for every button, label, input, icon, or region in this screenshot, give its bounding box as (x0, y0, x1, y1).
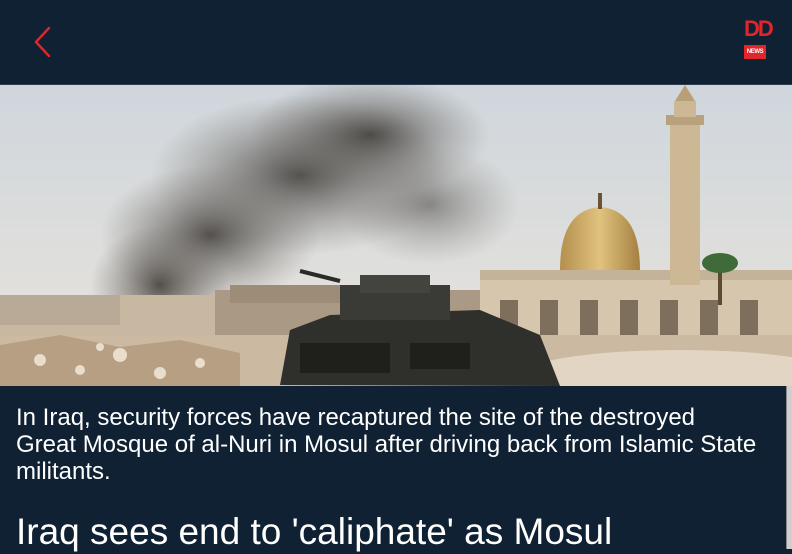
logo-dd-text: DD (744, 16, 774, 41)
hero-photo (0, 85, 792, 386)
article-summary: In Iraq, security forces have recaptured… (16, 404, 757, 485)
scrollbar[interactable] (786, 386, 792, 549)
article-hero-image (0, 85, 792, 386)
back-chevron-icon[interactable] (28, 24, 58, 60)
article-headline[interactable]: Iraq sees end to 'caliphate' as Mosul (16, 510, 776, 554)
app-header: DD NEWS (0, 0, 792, 85)
logo-news-text: NEWS (744, 45, 766, 59)
dd-news-logo: DD NEWS (744, 16, 774, 68)
